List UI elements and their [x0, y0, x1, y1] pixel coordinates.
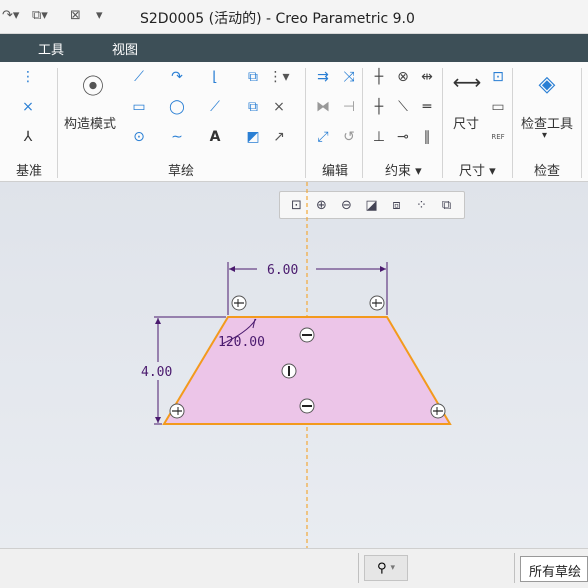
arrowhead [229, 266, 235, 272]
coincident-constraint-icon[interactable]: ⊸ [392, 126, 414, 148]
symmetric-point-icon[interactable] [231, 295, 247, 311]
undo-edit-icon[interactable]: ↺ [338, 126, 360, 148]
baseline-icon[interactable]: ▭ [487, 96, 509, 118]
point-icon[interactable]: × [17, 96, 39, 118]
fillet-icon[interactable]: ⌊ [204, 66, 226, 88]
parallel-constraint-icon[interactable]: ∥ [416, 126, 438, 148]
chevron-down-icon: ▾ [390, 563, 396, 573]
binoculars-icon: ⚲ [376, 560, 387, 576]
tab-tools[interactable]: 工具 [38, 39, 64, 58]
redo-icon[interactable]: ↷▾ [2, 8, 19, 23]
horizontal-constraint-icon[interactable]: ┼ [368, 96, 390, 118]
graphics-area[interactable]: ⊡ ⊕ ⊖ ◪ ⧈ ⁘ ⧉ 6.00 4.00 120.00 [0, 182, 588, 548]
chamfer-icon[interactable]: ⟋ [204, 96, 226, 118]
title-bar: ↷▾ ⧉▾ ⊠ ▾ S2D0005 (活动的) - Creo Parametri… [0, 0, 588, 34]
sketch-view: 6.00 4.00 120.00 [141, 182, 452, 548]
coordinate-system-icon[interactable]: ⅄ [17, 126, 39, 148]
construction-mode-label[interactable]: 构造模式 [64, 113, 116, 132]
dimension-icon[interactable]: ⟷ [450, 68, 484, 96]
perimeter-dimension-icon[interactable]: ⊡ [487, 66, 509, 88]
divider [305, 68, 306, 178]
reference-dimension-icon[interactable]: REF [487, 126, 509, 148]
group-inspect-label: 检查 [534, 164, 561, 179]
selection-filter[interactable]: 所有草绘 [520, 556, 588, 582]
inspect-tools-icon[interactable]: ◈ [530, 68, 564, 100]
close-window-icon[interactable]: ⊠ [70, 8, 81, 23]
rectangle-icon[interactable]: ▭ [128, 96, 150, 118]
group-edit-label: 编辑 [322, 164, 349, 179]
circle-icon[interactable]: ⊙ [128, 126, 150, 148]
divider [442, 68, 443, 178]
vertical-constraint-icon[interactable]: ┼ [368, 66, 390, 88]
divider [362, 68, 363, 178]
arc-icon[interactable]: ↷ [166, 66, 188, 88]
text-icon[interactable]: A [204, 126, 226, 148]
chevron-down-icon[interactable]: ▾ [542, 130, 547, 141]
dimension-angle[interactable]: 120.00 [218, 335, 265, 350]
divider [358, 553, 359, 583]
dimension-top-width[interactable]: 6.00 [267, 263, 298, 278]
arrowhead [380, 266, 386, 272]
ribbon: ⋮ × ⅄ 基准 ⦿ 构造模式 ⟋ ↷ ⌊ ⧉ ⋮▾ ▭ ◯ ⟋ ⧉ × ⊙ ∼… [0, 62, 588, 182]
window-icon[interactable]: ⧉▾ [32, 8, 48, 23]
symmetric-point-icon[interactable] [169, 403, 185, 419]
mirror-icon[interactable]: ⇉ [312, 66, 334, 88]
thicken-icon[interactable]: ⧉ [242, 96, 264, 118]
corner-icon[interactable]: ⊣ [338, 96, 360, 118]
divider [57, 68, 58, 178]
palette-icon[interactable]: ◩ [242, 126, 264, 148]
centerline-tool-icon[interactable]: ⋮▾ [268, 66, 290, 88]
tangent-constraint-icon[interactable]: ⊗ [392, 66, 414, 88]
dimension-height[interactable]: 4.00 [141, 365, 172, 380]
centerline-icon[interactable]: ⋮ [17, 66, 39, 88]
offset-icon[interactable]: ⧉ [242, 66, 264, 88]
divider [581, 68, 582, 178]
symmetric-constraint-icon[interactable] [281, 363, 297, 379]
ellipse-icon[interactable]: ◯ [166, 96, 188, 118]
divide-icon[interactable]: ⤨ [338, 66, 360, 88]
tab-view[interactable]: 视图 [112, 39, 138, 58]
construction-mode-icon[interactable]: ⦿ [78, 70, 108, 100]
group-datum-label: 基准 [16, 164, 43, 179]
find-button[interactable]: ⚲ ▾ [364, 555, 408, 581]
symmetric-constraint-icon[interactable]: ⇹ [416, 66, 438, 88]
group-sketch-label: 草绘 [168, 164, 195, 179]
line-icon[interactable]: ⟋ [128, 66, 150, 88]
horizontal-constraint-icon[interactable] [299, 398, 315, 414]
spline-icon[interactable]: ∼ [166, 126, 188, 148]
delete-segment-icon[interactable]: × [268, 96, 290, 118]
group-constraint-label[interactable]: 约束 ▾ [385, 160, 422, 179]
symmetric-point-icon[interactable] [430, 403, 446, 419]
perpendicular-constraint-icon[interactable]: ⊥ [368, 126, 390, 148]
divider [512, 68, 513, 178]
dimension-label[interactable]: 尺寸 [453, 113, 479, 132]
status-bar: ⚲ ▾ 所有草绘 [0, 548, 588, 588]
mirror-entity-icon[interactable]: ⧓ [312, 96, 334, 118]
midpoint-constraint-icon[interactable]: ⟍ [392, 96, 414, 118]
modify-icon[interactable]: ↗ [268, 126, 290, 148]
symmetric-point-icon[interactable] [369, 295, 385, 311]
rotate-resize-icon[interactable]: ⤢ [312, 126, 334, 148]
menu-bar: 工具 视图 [0, 34, 588, 62]
divider [514, 553, 515, 583]
horizontal-constraint-icon[interactable] [299, 327, 315, 343]
arrowhead [155, 318, 161, 324]
group-dimension-label[interactable]: 尺寸 ▾ [459, 160, 496, 179]
arrowhead [155, 417, 161, 423]
customize-toolbar-icon[interactable]: ▾ [96, 8, 103, 23]
equal-constraint-icon[interactable]: ═ [416, 96, 438, 118]
window-title: S2D0005 (活动的) - Creo Parametric 9.0 [140, 11, 415, 27]
